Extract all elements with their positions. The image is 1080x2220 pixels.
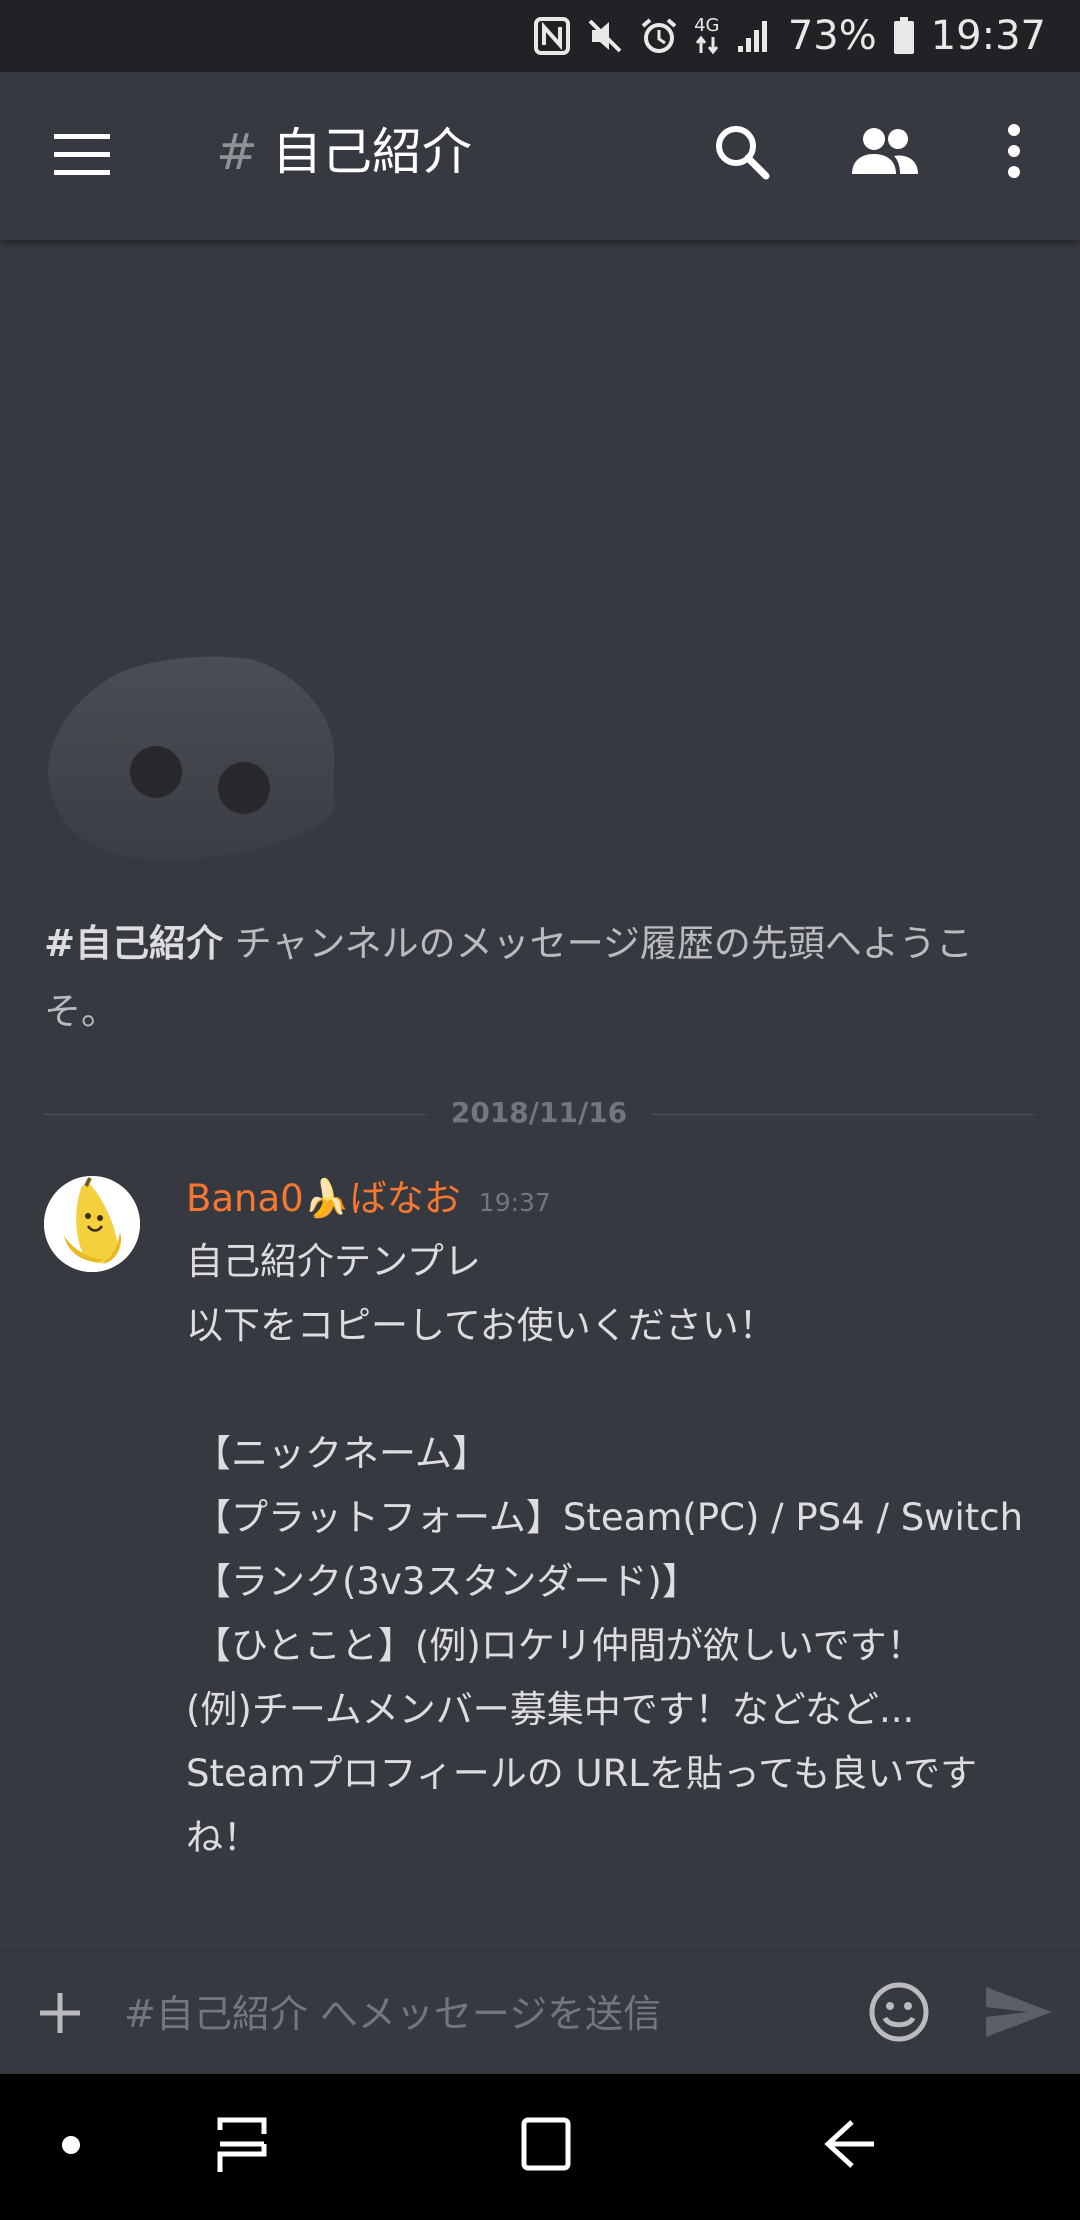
more-options-button[interactable] xyxy=(1000,120,1028,186)
system-nav-bar xyxy=(0,2074,1080,2220)
members-icon xyxy=(852,128,918,174)
message-line: 以下をコピーしてお使いください！ xyxy=(186,1304,776,1347)
message-author[interactable]: Bana0🍌ばなお xyxy=(186,1168,461,1222)
message-line: 【ランク(3v3スタンダード)】 xyxy=(194,1560,699,1603)
signal-icon xyxy=(736,18,772,54)
app-bar: # 自己紹介 xyxy=(0,72,1080,240)
avatar[interactable] xyxy=(44,1176,140,1272)
message-line: (例)チームメンバー募集中です！などなど... xyxy=(186,1688,915,1731)
members-button[interactable] xyxy=(850,126,920,180)
status-bar: 4G 73% 19:37 xyxy=(0,0,1080,72)
message-header: Bana0🍌ばなお 19:37 xyxy=(186,1168,551,1222)
message-body: 自己紹介テンプレ 以下をコピーしてお使いください！ 【ニックネーム】 【プラット… xyxy=(186,1230,1046,1870)
welcome-channel-name: #自己紹介 xyxy=(44,922,224,965)
recents-icon xyxy=(217,2117,267,2172)
message-line: 【ニックネーム】 xyxy=(194,1432,489,1475)
message-line: 【ひとこと】(例)ロケリ仲間が欲しいです！ xyxy=(194,1624,924,1667)
more-vertical-icon xyxy=(1008,124,1020,178)
emoji-icon xyxy=(869,1982,929,2042)
plus-icon xyxy=(40,1993,80,2033)
back-icon xyxy=(824,2120,874,2168)
emoji-button[interactable] xyxy=(866,1979,932,2049)
nav-back-button[interactable] xyxy=(822,2114,878,2178)
message-composer xyxy=(0,1950,1080,2075)
channel-title: # 自己紹介 xyxy=(216,112,472,184)
mute-icon xyxy=(586,17,624,55)
date-divider: 2018/11/16 xyxy=(44,1096,1034,1132)
divider-date: 2018/11/16 xyxy=(450,1096,628,1129)
channel-name: 自己紹介 xyxy=(271,123,472,181)
message-line xyxy=(186,1358,1046,1422)
menu-button[interactable] xyxy=(52,132,114,178)
search-icon xyxy=(716,126,770,180)
nav-recents-button[interactable] xyxy=(216,2114,268,2178)
send-button[interactable] xyxy=(984,1983,1054,2045)
nav-dot-button[interactable] xyxy=(60,2134,82,2160)
message-line: ね！ xyxy=(186,1816,260,1859)
search-button[interactable] xyxy=(712,122,772,186)
message-input[interactable] xyxy=(122,1981,846,2047)
send-icon xyxy=(986,1987,1052,2037)
alarm-icon xyxy=(640,17,678,55)
discord-logo xyxy=(44,652,344,872)
welcome-text: #自己紹介 チャンネルのメッセージ履歴の先頭へようこそ。 xyxy=(44,910,1034,1046)
message-line: 【プラットフォーム】Steam(PC) / PS4 / Switch xyxy=(194,1496,1024,1539)
attach-button[interactable] xyxy=(36,1989,84,2041)
home-icon xyxy=(521,2117,571,2171)
dot-icon xyxy=(62,2136,80,2154)
data-arrows-icon: 4G xyxy=(694,17,720,55)
divider-line-right xyxy=(652,1114,1034,1115)
battery-icon xyxy=(893,17,915,55)
battery-percent: 73% xyxy=(787,13,877,59)
message-timestamp: 19:37 xyxy=(478,1188,551,1217)
nav-home-button[interactable] xyxy=(520,2114,572,2178)
network-type: 4G xyxy=(694,15,720,36)
message-line: 自己紹介テンプレ xyxy=(186,1240,481,1283)
status-time: 19:37 xyxy=(930,13,1046,59)
nfc-icon xyxy=(533,17,570,55)
menu-icon xyxy=(54,134,110,175)
channel-hash: # xyxy=(216,123,258,181)
message-line: Steamプロフィールの URLを貼っても良いです xyxy=(186,1752,978,1795)
